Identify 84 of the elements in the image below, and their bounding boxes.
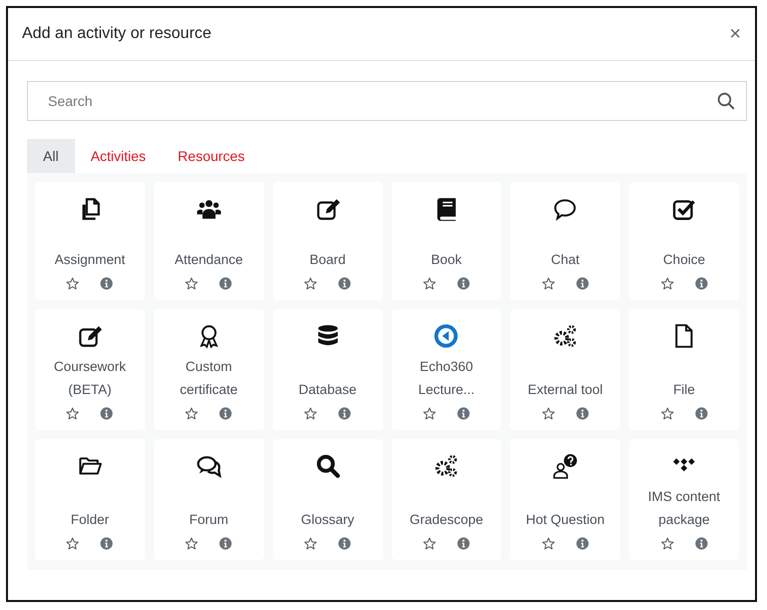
info-icon[interactable] xyxy=(576,277,589,290)
activity-label: Assignment xyxy=(54,251,126,269)
star-outline-icon[interactable] xyxy=(66,407,80,420)
activity-label: Book xyxy=(431,251,462,269)
activity-card[interactable]: Chat xyxy=(510,182,620,300)
activity-label: Gradescope xyxy=(410,511,484,529)
filter-tab[interactable]: Resources xyxy=(162,139,261,173)
star-outline-icon[interactable] xyxy=(304,277,318,290)
info-icon[interactable] xyxy=(694,537,708,550)
filter-tab[interactable]: All xyxy=(27,139,75,173)
play-circle-icon xyxy=(433,323,460,349)
search-field[interactable]: Search xyxy=(27,81,747,121)
info-icon[interactable] xyxy=(576,537,589,550)
activity-card[interactable]: Echo360 Lecture... xyxy=(392,309,502,430)
activity-card[interactable]: Book xyxy=(392,182,502,300)
info-icon[interactable] xyxy=(338,537,352,550)
star-outline-icon[interactable] xyxy=(422,537,436,550)
activity-label: Attendance xyxy=(174,251,243,269)
info-icon[interactable] xyxy=(100,277,114,290)
activity-label: Custom certificate xyxy=(178,358,239,399)
activity-label: Choice xyxy=(663,251,706,269)
star-outline-icon[interactable] xyxy=(185,277,198,290)
dialog-title: Add an activity or resource xyxy=(22,25,212,43)
gears-icon xyxy=(552,323,578,349)
info-icon[interactable] xyxy=(456,407,470,420)
info-icon[interactable] xyxy=(100,537,114,550)
star-outline-icon[interactable] xyxy=(660,277,674,290)
star-outline-icon[interactable] xyxy=(542,537,555,550)
info-icon[interactable] xyxy=(338,407,352,420)
star-outline-icon[interactable] xyxy=(66,277,80,290)
activity-card[interactable]: Hot Question xyxy=(510,439,620,560)
activity-label: Coursework (BETA) xyxy=(52,358,127,399)
star-outline-icon[interactable] xyxy=(542,277,555,290)
info-icon[interactable] xyxy=(456,537,470,550)
info-icon[interactable] xyxy=(219,277,232,290)
star-outline-icon[interactable] xyxy=(66,537,80,550)
magnifier-icon xyxy=(314,453,341,479)
star-outline-icon[interactable] xyxy=(660,407,674,420)
close-button[interactable]: × xyxy=(727,22,743,46)
activity-label: Chat xyxy=(550,251,580,269)
activity-card[interactable]: Forum xyxy=(154,439,264,560)
info-icon[interactable] xyxy=(219,537,232,550)
activity-card[interactable]: Board xyxy=(272,182,382,300)
star-outline-icon[interactable] xyxy=(304,537,318,550)
activity-label: Board xyxy=(310,251,346,269)
activity-label: Hot Question xyxy=(526,511,605,529)
activity-card[interactable]: Custom certificate xyxy=(154,309,264,430)
activity-label: Glossary xyxy=(300,511,354,529)
activity-label: IMS content package xyxy=(647,488,722,529)
info-icon[interactable] xyxy=(456,277,470,290)
activity-card[interactable]: Gradescope xyxy=(392,439,502,560)
info-icon[interactable] xyxy=(219,407,232,420)
star-outline-icon[interactable] xyxy=(185,407,198,420)
star-outline-icon[interactable] xyxy=(422,277,436,290)
activity-label: External tool xyxy=(528,381,603,399)
person-question-icon xyxy=(552,453,578,479)
info-icon[interactable] xyxy=(694,407,708,420)
activity-label: Echo360 Lecture... xyxy=(417,358,476,399)
star-outline-icon[interactable] xyxy=(542,407,555,420)
activity-label: Forum xyxy=(189,511,228,529)
activity-card[interactable]: Attendance xyxy=(154,182,264,300)
activity-card[interactable]: Assignment xyxy=(35,182,145,300)
star-outline-icon[interactable] xyxy=(422,407,436,420)
activity-card[interactable]: Choice xyxy=(629,182,739,300)
info-icon[interactable] xyxy=(694,277,708,290)
activity-label: File xyxy=(673,381,695,399)
gears-icon xyxy=(433,453,460,479)
filter-tab[interactable]: Activities xyxy=(74,139,162,173)
activity-card[interactable]: Folder xyxy=(35,439,145,560)
info-icon[interactable] xyxy=(576,407,589,420)
activity-card[interactable]: IMS content package xyxy=(629,439,739,560)
activity-card[interactable]: Coursework (BETA) xyxy=(35,309,145,430)
star-outline-icon[interactable] xyxy=(185,537,198,550)
info-icon[interactable] xyxy=(100,407,114,420)
info-icon[interactable] xyxy=(338,277,352,290)
star-outline-icon[interactable] xyxy=(660,537,674,550)
activity-label: Folder xyxy=(70,511,110,529)
activity-card[interactable]: External tool xyxy=(510,309,620,430)
search-icon xyxy=(717,92,735,110)
activity-card[interactable]: File xyxy=(629,309,739,430)
activity-card[interactable]: Database xyxy=(272,309,382,430)
activity-label: Database xyxy=(298,381,356,399)
star-outline-icon[interactable] xyxy=(304,407,318,420)
activity-card[interactable]: Glossary xyxy=(272,439,382,560)
